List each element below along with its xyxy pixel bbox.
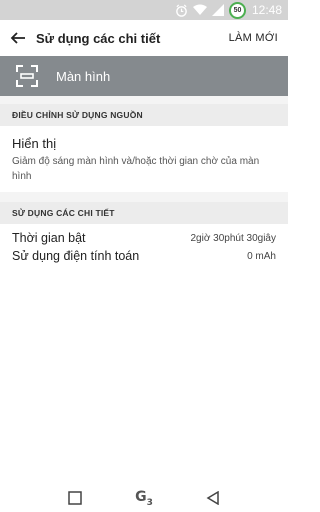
component-banner: Màn hình (0, 56, 288, 96)
screen-icon (12, 61, 42, 91)
refresh-button[interactable]: LÀM MỚI (219, 32, 288, 44)
g3-logo: G3 (135, 488, 153, 508)
section-header-adjust: ĐIỀU CHỈNH SỬ DỤNG NGUỒN (0, 104, 288, 126)
navigation-bar: G3 (0, 484, 288, 512)
wifi-icon (192, 3, 207, 17)
home-button[interactable]: G3 (129, 484, 159, 512)
clock: 12:48 (251, 3, 282, 17)
item-title: Hiển thị (12, 136, 57, 151)
arrow-left-icon (10, 32, 25, 44)
back-nav-button[interactable] (198, 484, 228, 512)
alarm-icon (175, 3, 189, 17)
back-button[interactable] (0, 20, 36, 56)
divider (0, 96, 288, 104)
battery-indicator: 50 (228, 1, 246, 19)
detail-label: Sử dụng điện tính toán (12, 249, 140, 263)
status-bar: 50 12:48 (0, 0, 288, 20)
detail-label: Thời gian bật (12, 231, 86, 245)
detail-row-on-time: Thời gian bật 2giờ 30phút 30giây (0, 228, 288, 248)
page-title: Sử dụng các chi tiết (36, 30, 161, 46)
list-item-display[interactable]: Hiển thị Giảm độ sáng màn hình và/hoặc t… (0, 126, 288, 192)
divider (0, 192, 288, 202)
detail-value: 2giờ 30phút 30giây (190, 232, 276, 244)
square-icon (67, 491, 82, 505)
signal-icon (211, 3, 225, 17)
detail-row-power-use: Sử dụng điện tính toán 0 mAh (0, 246, 288, 266)
banner-label: Màn hình (56, 68, 111, 84)
recent-apps-button[interactable] (60, 484, 90, 512)
section-header-details: SỬ DỤNG CÁC CHI TIẾT (0, 202, 288, 224)
item-description: Giảm độ sáng màn hình và/hoặc thời gian … (12, 156, 260, 182)
triangle-back-icon (206, 491, 220, 505)
detail-value: 0 mAh (247, 250, 276, 262)
app-bar: Sử dụng các chi tiết LÀM MỚI (0, 20, 288, 56)
